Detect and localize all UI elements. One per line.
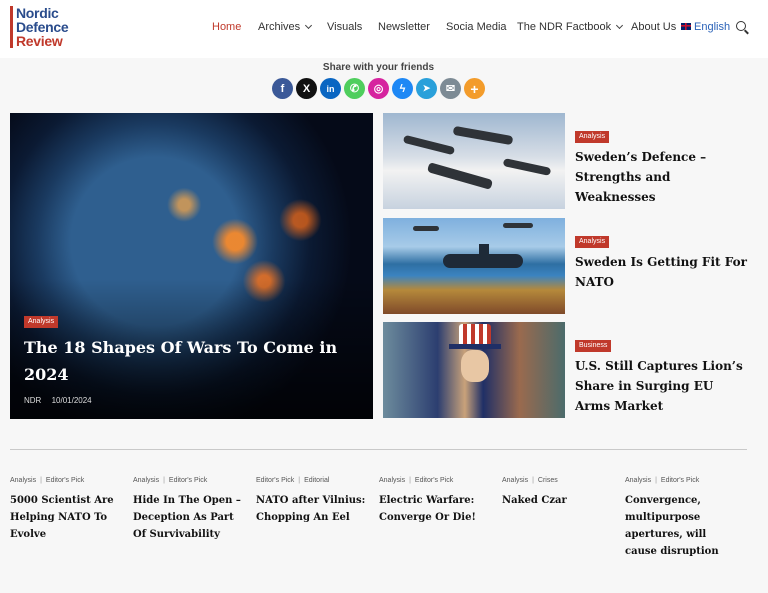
hero-author[interactable]: NDR [24,396,41,405]
chevron-down-icon [305,21,313,30]
pick-article[interactable]: Analysis | Editor's Pick Convergence, mult… [625,477,737,560]
site-logo[interactable]: Nordic Defence Review [10,6,92,48]
category-badge[interactable]: Analysis [575,131,610,143]
side-article-text: Analysis Sweden Is Getting Fit For NATO [575,230,750,292]
pick-categories: Analysis | Editor's Pick [133,477,245,484]
nav-visuals[interactable]: Visuals [327,21,362,33]
category-link[interactable]: Analysis [133,477,159,484]
whatsapp-share-button[interactable]: ✆ [344,78,365,99]
linkedin-share-button[interactable]: in [320,78,341,99]
language-switcher[interactable]: English [681,21,730,33]
side-article-title[interactable]: Sweden Is Getting Fit For NATO [575,252,750,292]
article-thumbnail[interactable] [383,322,565,418]
telegram-share-button[interactable]: ➤ [416,78,437,99]
pick-title[interactable]: Hide In The Open – Deception As Part Of … [133,492,245,543]
article-thumbnail[interactable] [383,218,565,314]
nav-social-media[interactable]: Socia Media [446,21,507,33]
nav-archives-label: Archives [258,21,301,33]
separator: | [655,477,657,484]
side-article-title[interactable]: Sweden’s Defence – Strengths and Weaknes… [575,147,750,207]
nav-home[interactable]: Home [212,21,241,33]
category-link[interactable]: Editor's Pick [256,477,294,484]
category-link[interactable]: Editor's Pick [661,477,699,484]
category-link[interactable]: Editor's Pick [415,477,453,484]
side-article-text: Business U.S. Still Captures Lion’s Shar… [575,334,750,416]
messenger-share-button[interactable]: ϟ [392,78,413,99]
logo-line-3: Review [16,33,63,49]
search-icon[interactable] [736,21,746,31]
nav-archives[interactable]: Archives [258,21,313,33]
site-header: Nordic Defence Review Home Archives Visu… [0,0,768,58]
section-divider [10,449,747,450]
facebook-share-button[interactable]: f [272,78,293,99]
pick-article[interactable]: Analysis | Editor's Pick 5000 Scientist Ar… [10,477,122,543]
category-badge[interactable]: Analysis [24,316,59,328]
category-link[interactable]: Editor's Pick [169,477,207,484]
side-article[interactable]: Analysis Sweden Is Getting Fit For NATO [383,218,757,314]
side-article-text: Analysis Sweden’s Defence – Strengths an… [575,125,750,207]
logo-line-2: Defence [16,19,69,35]
share-title: Share with your friends [322,62,435,73]
separator: | [409,477,411,484]
x-share-button[interactable]: X [296,78,317,99]
hero-title[interactable]: The 18 Shapes Of Wars To Come in 2024 [24,334,359,388]
nav-about-us[interactable]: About Us [631,21,676,33]
pick-article[interactable]: Analysis | Crises Naked Czar [502,477,614,509]
hero-date: 10/01/2024 [51,396,92,405]
category-link[interactable]: Analysis [502,477,528,484]
language-label: English [694,21,731,33]
pick-title[interactable]: Convergence, multipurpose apertures, wil… [625,492,737,560]
nav-factbook-label: The NDR Factbook [517,21,612,33]
instagram-share-button[interactable]: ◎ [368,78,389,99]
category-link[interactable]: Analysis [625,477,651,484]
pick-title[interactable]: Electric Warfare: Converge Or Die! [379,492,491,526]
category-badge[interactable]: Analysis [575,236,610,248]
pick-article[interactable]: Editor's Pick | Editorial NATO after Vilni… [256,477,368,526]
category-link[interactable]: Editorial [304,477,329,484]
nav-newsletter[interactable]: Newsletter [378,21,430,33]
category-link[interactable]: Analysis [10,477,36,484]
pick-categories: Analysis | Editor's Pick [625,477,737,484]
pick-article[interactable]: Analysis | Editor's Pick Hide In The Open … [133,477,245,543]
nav-factbook[interactable]: The NDR Factbook [517,21,624,33]
category-badge[interactable]: Business [575,340,612,352]
pick-title[interactable]: 5000 Scientist Are Helping NATO To Evolv… [10,492,122,543]
logo-line-1: Nordic [16,5,59,21]
pick-categories: Analysis | Crises [502,477,614,484]
category-link[interactable]: Editor's Pick [46,477,84,484]
more-share-button[interactable]: + [464,78,485,99]
hero-meta: NDR 10/01/2024 [24,396,359,405]
hero-article[interactable]: Analysis The 18 Shapes Of Wars To Come i… [10,113,373,419]
side-article-title[interactable]: U.S. Still Captures Lion’s Share in Surg… [575,356,750,416]
separator: | [298,477,301,484]
pick-categories: Analysis | Editor's Pick [10,477,122,484]
separator: | [40,477,42,484]
uk-flag-icon [681,22,691,30]
email-share-button[interactable]: ✉ [440,78,461,99]
article-thumbnail[interactable] [383,113,565,209]
pick-categories: Editor's Pick | Editorial [256,477,368,484]
chevron-down-icon [616,21,624,30]
side-article[interactable]: Business U.S. Still Captures Lion’s Shar… [383,322,757,418]
pick-article[interactable]: Analysis | Editor's Pick Electric Warfare:… [379,477,491,526]
separator: | [532,477,534,484]
separator: | [163,477,165,484]
hero-content: Analysis The 18 Shapes Of Wars To Come i… [24,310,359,405]
pick-title[interactable]: NATO after Vilnius: Chopping An Eel [256,492,368,526]
category-link[interactable]: Crises [538,477,558,484]
pick-title[interactable]: Naked Czar [502,492,614,509]
pick-categories: Analysis | Editor's Pick [379,477,491,484]
side-article[interactable]: Analysis Sweden’s Defence – Strengths an… [383,113,757,209]
category-link[interactable]: Analysis [379,477,405,484]
